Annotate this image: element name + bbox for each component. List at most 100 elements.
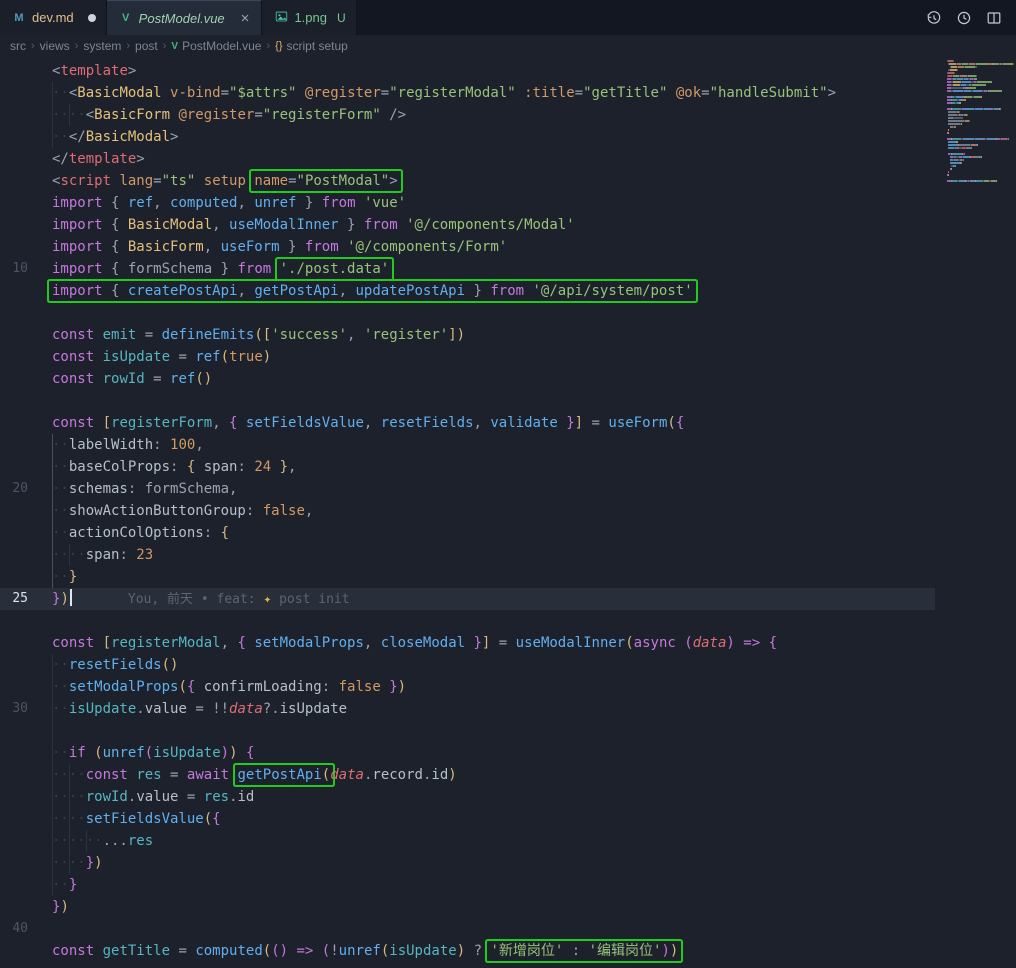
code-line-27[interactable]: const [registerModal, { setModalProps, c… bbox=[0, 632, 935, 654]
modified-dot-icon bbox=[88, 14, 96, 22]
vue-icon: V bbox=[119, 12, 133, 24]
code-line-41[interactable]: const getTitle = computed(() => (!unref(… bbox=[0, 940, 935, 962]
indent-guide bbox=[52, 126, 53, 148]
breadcrumb-file[interactable]: PostModel.vue bbox=[182, 39, 261, 53]
line-number bbox=[0, 786, 52, 808]
code-line-21[interactable]: ··showActionButtonGroup: false, bbox=[0, 500, 935, 522]
code-line-5[interactable]: </template> bbox=[0, 148, 935, 170]
code-line-31[interactable] bbox=[0, 720, 935, 742]
history-icon[interactable] bbox=[922, 6, 946, 30]
indent-guide bbox=[69, 786, 70, 808]
line-content: ····setFieldsValue({ bbox=[52, 808, 935, 830]
line-content: </template> bbox=[52, 148, 935, 170]
code-line-12[interactable] bbox=[0, 302, 935, 324]
line-content: })You, 前天 • feat: ✦ post init bbox=[52, 588, 935, 610]
code-line-29[interactable]: ··setModalProps({ confirmLoading: false … bbox=[0, 676, 935, 698]
code-line-7[interactable]: import { ref, computed, unref } from 'vu… bbox=[0, 192, 935, 214]
symbol-icon: {} bbox=[275, 40, 282, 52]
code-line-30[interactable]: 30··isUpdate.value = !!data?.isUpdate bbox=[0, 698, 935, 720]
tabs: Mdev.mdVPostModel.vue×1.pngU bbox=[0, 0, 357, 35]
code-line-33[interactable]: ····const res = await getPostApi(data.re… bbox=[0, 764, 935, 786]
code-line-1[interactable]: <template> bbox=[0, 60, 935, 82]
line-content: const isUpdate = ref(true) bbox=[52, 346, 935, 368]
breadcrumb-separator: › bbox=[75, 40, 79, 52]
code-line-4[interactable]: ··</BasicModal> bbox=[0, 126, 935, 148]
breadcrumb-item[interactable]: system bbox=[83, 39, 121, 53]
line-content: ··<BasicModal v-bind="$attrs" @register=… bbox=[52, 82, 935, 104]
line-content: import { ref, computed, unref } from 'vu… bbox=[52, 192, 935, 214]
code-line-20[interactable]: 20··schemas: formSchema, bbox=[0, 478, 935, 500]
line-content: ··</BasicModal> bbox=[52, 126, 935, 148]
line-number bbox=[0, 214, 52, 236]
line-number bbox=[0, 346, 52, 368]
line-number bbox=[0, 280, 52, 302]
line-content: const [registerModal, { setModalProps, c… bbox=[52, 632, 935, 654]
code-line-9[interactable]: import { BasicForm, useForm } from '@/co… bbox=[0, 236, 935, 258]
indent-guide bbox=[52, 830, 53, 852]
line-content: ····const res = await getPostApi(data.re… bbox=[52, 764, 935, 786]
line-content bbox=[52, 610, 935, 632]
code-line-26[interactable] bbox=[0, 610, 935, 632]
code-line-28[interactable]: ··resetFields() bbox=[0, 654, 935, 676]
indent-guide bbox=[52, 544, 53, 566]
line-content bbox=[52, 390, 935, 412]
tab-label: dev.md bbox=[32, 10, 74, 25]
line-content: ··labelWidth: 100, bbox=[52, 434, 935, 456]
code-line-24[interactable]: ··} bbox=[0, 566, 935, 588]
close-icon[interactable]: × bbox=[239, 11, 252, 26]
code-line-32[interactable]: ··if (unref(isUpdate)) { bbox=[0, 742, 935, 764]
line-number bbox=[0, 456, 52, 478]
code-line-22[interactable]: ··actionColOptions: { bbox=[0, 522, 935, 544]
code-line-6[interactable]: <script lang="ts" setup name="PostModal"… bbox=[0, 170, 935, 192]
indent-guide bbox=[69, 808, 70, 830]
indent-guide bbox=[52, 742, 53, 764]
code-line-25[interactable]: 25})You, 前天 • feat: ✦ post init bbox=[0, 588, 935, 610]
code-line-19[interactable]: ··baseColProps: { span: 24 }, bbox=[0, 456, 935, 478]
line-number bbox=[0, 434, 52, 456]
code-line-18[interactable]: ··labelWidth: 100, bbox=[0, 434, 935, 456]
breadcrumb-item[interactable]: src bbox=[10, 39, 26, 53]
minimap[interactable] bbox=[944, 60, 1016, 183]
line-number bbox=[0, 148, 52, 170]
git-status-badge: U bbox=[337, 11, 346, 25]
code-line-35[interactable]: ····setFieldsValue({ bbox=[0, 808, 935, 830]
tab-dev-md[interactable]: Mdev.md bbox=[0, 0, 107, 35]
line-number: 10 bbox=[0, 258, 52, 280]
code-line-14[interactable]: const isUpdate = ref(true) bbox=[0, 346, 935, 368]
code-line-38[interactable]: ··} bbox=[0, 874, 935, 896]
breadcrumb-symbol[interactable]: script setup bbox=[287, 39, 348, 53]
code-line-16[interactable] bbox=[0, 390, 935, 412]
code-line-8[interactable]: import { BasicModal, useModalInner } fro… bbox=[0, 214, 935, 236]
line-number: 30 bbox=[0, 698, 52, 720]
code-line-36[interactable]: ······...res bbox=[0, 830, 935, 852]
line-number bbox=[0, 676, 52, 698]
code-line-3[interactable]: ····<BasicForm @register="registerForm" … bbox=[0, 104, 935, 126]
breadcrumb-item[interactable]: views bbox=[40, 39, 70, 53]
code-line-10[interactable]: 10import { formSchema } from './post.dat… bbox=[0, 258, 935, 280]
line-content: import { BasicModal, useModalInner } fro… bbox=[52, 214, 935, 236]
annotation-box: getPostApi( bbox=[235, 765, 334, 785]
code-line-13[interactable]: const emit = defineEmits(['success', 're… bbox=[0, 324, 935, 346]
code-line-15[interactable]: const rowId = ref() bbox=[0, 368, 935, 390]
line-content: import { createPostApi, getPostApi, upda… bbox=[52, 280, 935, 302]
line-number bbox=[0, 808, 52, 830]
code-area: <template>··<BasicModal v-bind="$attrs" … bbox=[0, 60, 935, 962]
indent-guide bbox=[52, 808, 53, 830]
code-line-37[interactable]: ····}) bbox=[0, 852, 935, 874]
code-line-2[interactable]: ··<BasicModal v-bind="$attrs" @register=… bbox=[0, 82, 935, 104]
breadcrumb-item[interactable]: post bbox=[135, 39, 158, 53]
code-line-34[interactable]: ····rowId.value = res.id bbox=[0, 786, 935, 808]
code-line-39[interactable]: }) bbox=[0, 896, 935, 918]
line-content: ··} bbox=[52, 874, 935, 896]
editor[interactable]: <template>··<BasicModal v-bind="$attrs" … bbox=[0, 57, 1016, 968]
split-editor-icon[interactable] bbox=[982, 6, 1006, 30]
indent-guide bbox=[52, 82, 53, 104]
code-line-17[interactable]: const [registerForm, { setFieldsValue, r… bbox=[0, 412, 935, 434]
clock-icon[interactable] bbox=[952, 6, 976, 30]
tab-1-png[interactable]: 1.pngU bbox=[262, 0, 356, 35]
code-line-40[interactable]: 40 bbox=[0, 918, 935, 940]
indent-guide bbox=[52, 764, 53, 786]
tab-postmodel-vue[interactable]: VPostModel.vue× bbox=[107, 0, 263, 35]
code-line-23[interactable]: ····span: 23 bbox=[0, 544, 935, 566]
code-line-11[interactable]: import { createPostApi, getPostApi, upda… bbox=[0, 280, 935, 302]
